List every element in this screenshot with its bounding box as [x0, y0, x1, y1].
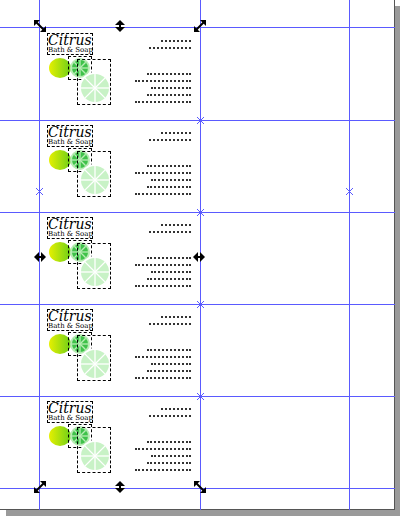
- greek-line: [147, 349, 191, 353]
- resize-handle-icon[interactable]: [194, 20, 206, 32]
- business-card[interactable]: CitrusBath & Soap: [39, 395, 200, 487]
- big-slice-frame[interactable]: [77, 151, 111, 197]
- greek-line: [135, 80, 191, 84]
- greek-line: [135, 448, 191, 452]
- guide-cross-icon: [197, 393, 204, 400]
- greek-text[interactable]: [135, 73, 191, 105]
- greek-line: [161, 224, 191, 228]
- resize-handle-icon[interactable]: [34, 20, 46, 32]
- page-shadow: [6, 510, 400, 516]
- resize-handle-icon[interactable]: [114, 481, 126, 493]
- greek-line: [135, 172, 191, 176]
- big-slice-frame[interactable]: [77, 427, 111, 473]
- lime-slice-icon: [78, 163, 111, 197]
- logo-title: Citrus: [48, 34, 92, 46]
- resize-handle-icon[interactable]: [194, 481, 206, 493]
- business-card[interactable]: CitrusBath & Soap: [39, 27, 200, 119]
- guide-line[interactable]: [0, 120, 395, 121]
- logo-frame[interactable]: CitrusBath & Soap: [47, 401, 93, 423]
- greek-line: [151, 87, 191, 91]
- greek-line: [135, 264, 191, 268]
- greek-line: [147, 370, 191, 374]
- guide-cross-icon: [197, 117, 204, 124]
- logo-frame[interactable]: CitrusBath & Soap: [47, 309, 93, 331]
- greek-line: [149, 231, 191, 235]
- greek-line: [149, 139, 191, 143]
- greek-line: [147, 257, 191, 261]
- greek-text[interactable]: [149, 408, 191, 419]
- lime-slice-icon: [78, 71, 111, 105]
- resize-handle-icon[interactable]: [34, 481, 46, 493]
- guide-cross-icon: [197, 209, 204, 216]
- greek-line: [161, 316, 191, 320]
- greek-line: [135, 356, 191, 360]
- logo-subtitle: Bath & Soap: [48, 322, 92, 331]
- greek-line: [147, 462, 191, 466]
- business-card[interactable]: CitrusBath & Soap: [39, 211, 200, 303]
- greek-line: [135, 285, 191, 289]
- greek-line: [147, 165, 191, 169]
- resize-handle-icon[interactable]: [193, 251, 205, 263]
- guide-line[interactable]: [39, 0, 40, 510]
- guide-cross-icon: [346, 188, 353, 195]
- logo-title: Citrus: [48, 126, 92, 138]
- greek-line: [151, 271, 191, 275]
- big-slice-frame[interactable]: [77, 335, 111, 381]
- guide-cross-icon: [197, 301, 204, 308]
- canvas[interactable]: CitrusBath & SoapCitrusBath & SoapCitrus…: [0, 0, 401, 518]
- logo-subtitle: Bath & Soap: [48, 46, 92, 55]
- logo-subtitle: Bath & Soap: [48, 138, 92, 147]
- greek-line: [161, 132, 191, 136]
- logo-title: Citrus: [48, 402, 92, 414]
- business-card[interactable]: CitrusBath & Soap: [39, 119, 200, 211]
- guide-line[interactable]: [0, 488, 395, 489]
- logo-subtitle: Bath & Soap: [48, 230, 92, 239]
- greek-line: [149, 47, 191, 51]
- lime-slice-icon: [78, 439, 111, 473]
- greek-line: [135, 469, 191, 473]
- greek-line: [135, 101, 191, 105]
- logo-title: Citrus: [48, 218, 92, 230]
- greek-line: [147, 441, 191, 445]
- lime-slice-icon: [78, 347, 111, 381]
- greek-text[interactable]: [135, 441, 191, 473]
- greek-line: [151, 179, 191, 183]
- greek-text[interactable]: [135, 165, 191, 197]
- logo-frame[interactable]: CitrusBath & Soap: [47, 217, 93, 239]
- logo-subtitle: Bath & Soap: [48, 414, 92, 423]
- greek-line: [147, 73, 191, 77]
- guide-line[interactable]: [0, 396, 395, 397]
- greek-text[interactable]: [135, 349, 191, 381]
- selection-frame[interactable]: [0, 0, 401, 518]
- guide-line[interactable]: [349, 0, 350, 510]
- guide-line[interactable]: [0, 212, 395, 213]
- greek-text[interactable]: [149, 132, 191, 143]
- greek-text[interactable]: [149, 224, 191, 235]
- greek-line: [147, 186, 191, 190]
- resize-handle-icon[interactable]: [34, 251, 46, 263]
- greek-line: [151, 363, 191, 367]
- logo-title: Citrus: [48, 310, 92, 322]
- greek-line: [147, 94, 191, 98]
- big-slice-frame[interactable]: [77, 59, 111, 105]
- guide-line[interactable]: [0, 304, 395, 305]
- greek-text[interactable]: [149, 316, 191, 327]
- greek-text[interactable]: [149, 40, 191, 51]
- logo-frame[interactable]: CitrusBath & Soap: [47, 33, 93, 55]
- business-card[interactable]: CitrusBath & Soap: [39, 303, 200, 395]
- greek-line: [135, 377, 191, 381]
- greek-line: [149, 323, 191, 327]
- logo-frame[interactable]: CitrusBath & Soap: [47, 125, 93, 147]
- greek-line: [135, 193, 191, 197]
- greek-line: [147, 278, 191, 282]
- greek-line: [161, 408, 191, 412]
- greek-text[interactable]: [135, 257, 191, 289]
- big-slice-frame[interactable]: [77, 243, 111, 289]
- greek-line: [161, 40, 191, 44]
- greek-line: [149, 415, 191, 419]
- guide-cross-icon: [36, 188, 43, 195]
- greek-line: [151, 455, 191, 459]
- lime-slice-icon: [78, 255, 111, 289]
- resize-handle-icon[interactable]: [114, 20, 126, 32]
